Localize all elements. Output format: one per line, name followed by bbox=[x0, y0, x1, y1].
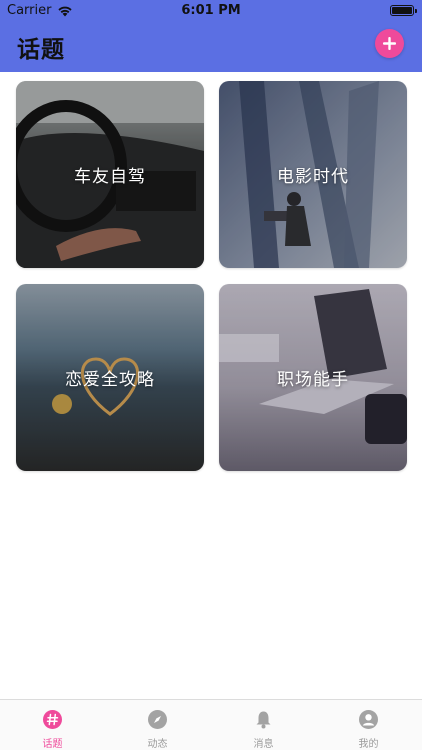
tab-bar: 话题 动态 消息 我的 bbox=[0, 699, 422, 750]
page-title: 话题 bbox=[17, 37, 65, 63]
topic-hash-icon bbox=[43, 710, 62, 729]
topic-label: 车友自驾 bbox=[74, 167, 146, 187]
topic-label: 电影时代 bbox=[277, 167, 349, 187]
tab-messages[interactable]: 消息 bbox=[211, 700, 316, 750]
topic-label: 恋爱全攻略 bbox=[65, 370, 155, 390]
tab-topics[interactable]: 话题 bbox=[0, 700, 105, 750]
status-bar: Carrier 6:01 PM bbox=[0, 0, 422, 22]
profile-icon bbox=[359, 710, 378, 729]
topic-card-car[interactable]: 车友自驾 bbox=[16, 81, 204, 268]
battery-icon bbox=[390, 5, 417, 16]
bell-icon bbox=[256, 711, 271, 729]
topic-card-love[interactable]: 恋爱全攻略 bbox=[16, 284, 204, 471]
header-bar: Carrier 6:01 PM 话题 bbox=[0, 0, 422, 72]
tab-label: 话题 bbox=[42, 739, 63, 750]
topic-card-career[interactable]: 职场能手 bbox=[219, 284, 407, 471]
tab-profile[interactable]: 我的 bbox=[316, 700, 421, 750]
tab-label: 动态 bbox=[147, 739, 168, 750]
tab-label: 我的 bbox=[358, 739, 379, 750]
clock: 6:01 PM bbox=[181, 3, 241, 18]
topic-label: 职场能手 bbox=[277, 370, 349, 390]
add-topic-button[interactable] bbox=[375, 29, 404, 58]
tab-feed[interactable]: 动态 bbox=[105, 700, 210, 750]
tab-label: 消息 bbox=[253, 739, 274, 750]
compass-icon bbox=[148, 710, 167, 729]
plus-icon bbox=[383, 37, 396, 50]
topic-card-movie[interactable]: 电影时代 bbox=[219, 81, 407, 268]
